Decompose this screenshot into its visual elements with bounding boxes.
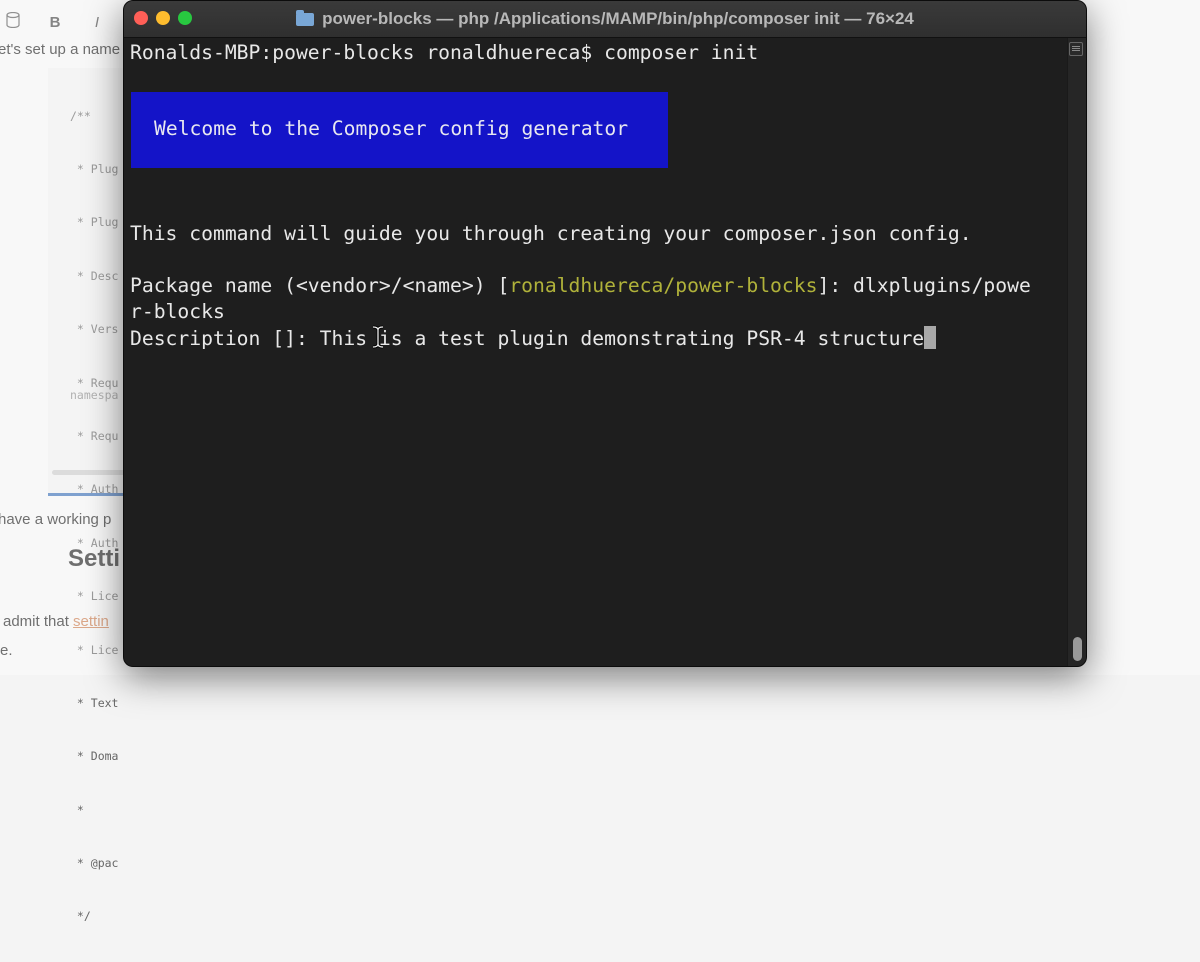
terminal-window: power-blocks — php /Applications/MAMP/bi… (123, 0, 1087, 667)
code-line: * Vers (70, 322, 119, 337)
guide-line: This command will guide you through crea… (130, 222, 972, 245)
code-line: * (70, 802, 84, 817)
code-horizontal-scrollbar[interactable] (52, 470, 132, 475)
code-line: * Text (70, 695, 119, 710)
trailing-text: e. (0, 642, 13, 659)
package-name-wrap: r-blocks (130, 300, 225, 323)
working-paragraph: have a working p (0, 511, 112, 528)
code-line: * Requ (70, 428, 119, 443)
welcome-banner-text: Welcome to the Composer config generator (154, 117, 629, 140)
description-input[interactable]: This is a test plugin demonstrating PSR-… (320, 327, 925, 350)
settings-link[interactable]: settin (73, 613, 109, 630)
title-wrap: power-blocks — php /Applications/MAMP/bi… (124, 1, 1086, 37)
code-line: * Lice (70, 589, 119, 604)
prompt-line: Ronalds-MBP:power-blocks ronaldhuereca$ … (130, 41, 759, 64)
italic-button[interactable]: I (86, 14, 108, 31)
title-bar[interactable]: power-blocks — php /Applications/MAMP/bi… (124, 1, 1086, 38)
code-namespace: namespa (70, 388, 119, 402)
code-line: * Plug (70, 215, 119, 230)
package-prompt: Package name (<vendor>/<name>) [ (130, 274, 510, 297)
bold-button[interactable]: B (44, 14, 66, 31)
code-line: * Doma (70, 749, 119, 764)
code-line: * Desc (70, 268, 119, 283)
section-heading: Setti (68, 545, 121, 572)
description-line: Description []: This is a test plugin de… (130, 326, 937, 350)
package-default: ronaldhuereca/power-blocks (509, 274, 818, 297)
split-pane-icon[interactable] (1069, 42, 1083, 56)
code-line: * @pac (70, 856, 119, 871)
code-line: */ (70, 909, 91, 924)
vertical-scrollbar[interactable] (1067, 38, 1086, 666)
ibeam-cursor-icon (372, 325, 384, 349)
welcome-banner: Welcome to the Composer config generator (131, 92, 668, 168)
description-label: Description []: (130, 327, 320, 350)
scrollbar-thumb[interactable] (1073, 637, 1082, 661)
editor-toolbar: B I (0, 10, 108, 34)
code-line: /** (70, 108, 91, 123)
code-line: * Lice (70, 642, 119, 657)
package-answer: ]: dlxplugins/powe (817, 274, 1031, 297)
package-name-line: Package name (<vendor>/<name>) [ronaldhu… (130, 274, 1031, 297)
folder-icon (296, 9, 315, 26)
window-title: power-blocks — php /Applications/MAMP/bi… (322, 9, 914, 28)
admit-paragraph: admit that settin (3, 613, 109, 630)
intro-paragraph: et's set up a name (0, 41, 121, 58)
terminal-output[interactable]: Ronalds-MBP:power-blocks ronaldhuereca$ … (124, 38, 1068, 666)
text-cursor (924, 326, 937, 349)
code-line: * Auth (70, 482, 119, 497)
code-line: * Plug (70, 161, 119, 176)
database-icon[interactable] (2, 11, 24, 32)
admit-text: admit that (3, 613, 74, 630)
